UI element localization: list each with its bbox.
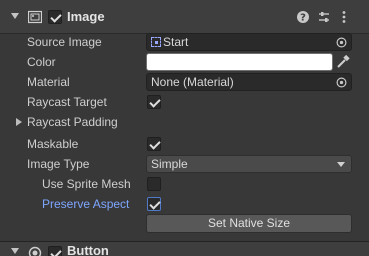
help-icon[interactable]: ? bbox=[296, 10, 310, 24]
use-sprite-mesh-label: Use Sprite Mesh bbox=[42, 177, 131, 191]
maskable-checkbox[interactable] bbox=[147, 137, 161, 151]
raycast-target-label: Raycast Target bbox=[27, 95, 107, 109]
image-type-label: Image Type bbox=[27, 157, 90, 171]
eyedropper-icon[interactable] bbox=[334, 53, 352, 71]
component-enabled-checkbox[interactable] bbox=[48, 10, 62, 24]
button-component-icon bbox=[28, 246, 42, 256]
use-sprite-mesh-checkbox[interactable] bbox=[147, 177, 161, 191]
more-options-icon[interactable] bbox=[337, 10, 351, 24]
button-component-header[interactable]: Button bbox=[0, 241, 369, 256]
object-picker-icon[interactable] bbox=[336, 37, 347, 48]
image-component-icon bbox=[28, 10, 42, 24]
image-component-header[interactable]: Image ? bbox=[0, 0, 369, 34]
foldout-arrow-icon[interactable] bbox=[11, 248, 19, 254]
material-label: Material bbox=[27, 75, 70, 89]
svg-text:?: ? bbox=[300, 13, 306, 24]
source-image-label: Source Image bbox=[27, 35, 102, 49]
image-type-dropdown[interactable]: Simple bbox=[146, 155, 352, 173]
color-swatch-field[interactable] bbox=[146, 53, 333, 71]
raycast-target-checkbox[interactable] bbox=[147, 95, 161, 109]
image-type-value: Simple bbox=[151, 157, 188, 171]
foldout-arrow-icon[interactable] bbox=[11, 13, 19, 19]
sprite-thumbnail-icon bbox=[151, 37, 161, 47]
material-field[interactable]: None (Material) bbox=[146, 73, 352, 91]
set-native-size-button[interactable]: Set Native Size bbox=[146, 214, 352, 233]
color-label: Color bbox=[27, 55, 56, 69]
button-enabled-checkbox[interactable] bbox=[48, 246, 62, 256]
preserve-aspect-checkbox[interactable] bbox=[147, 197, 161, 211]
object-picker-icon[interactable] bbox=[336, 77, 347, 88]
source-image-field[interactable]: Start bbox=[146, 33, 352, 51]
source-image-value: Start bbox=[163, 35, 189, 49]
raycast-padding-foldout-icon[interactable] bbox=[16, 118, 22, 126]
material-value: None (Material) bbox=[151, 75, 234, 89]
preserve-aspect-label: Preserve Aspect bbox=[42, 197, 130, 211]
raycast-padding-label[interactable]: Raycast Padding bbox=[27, 113, 118, 131]
presets-icon[interactable] bbox=[317, 10, 331, 24]
component-title: Image bbox=[67, 9, 105, 24]
button-component-title: Button bbox=[67, 243, 109, 256]
maskable-label: Maskable bbox=[27, 137, 79, 151]
dropdown-arrow-icon bbox=[337, 162, 345, 167]
